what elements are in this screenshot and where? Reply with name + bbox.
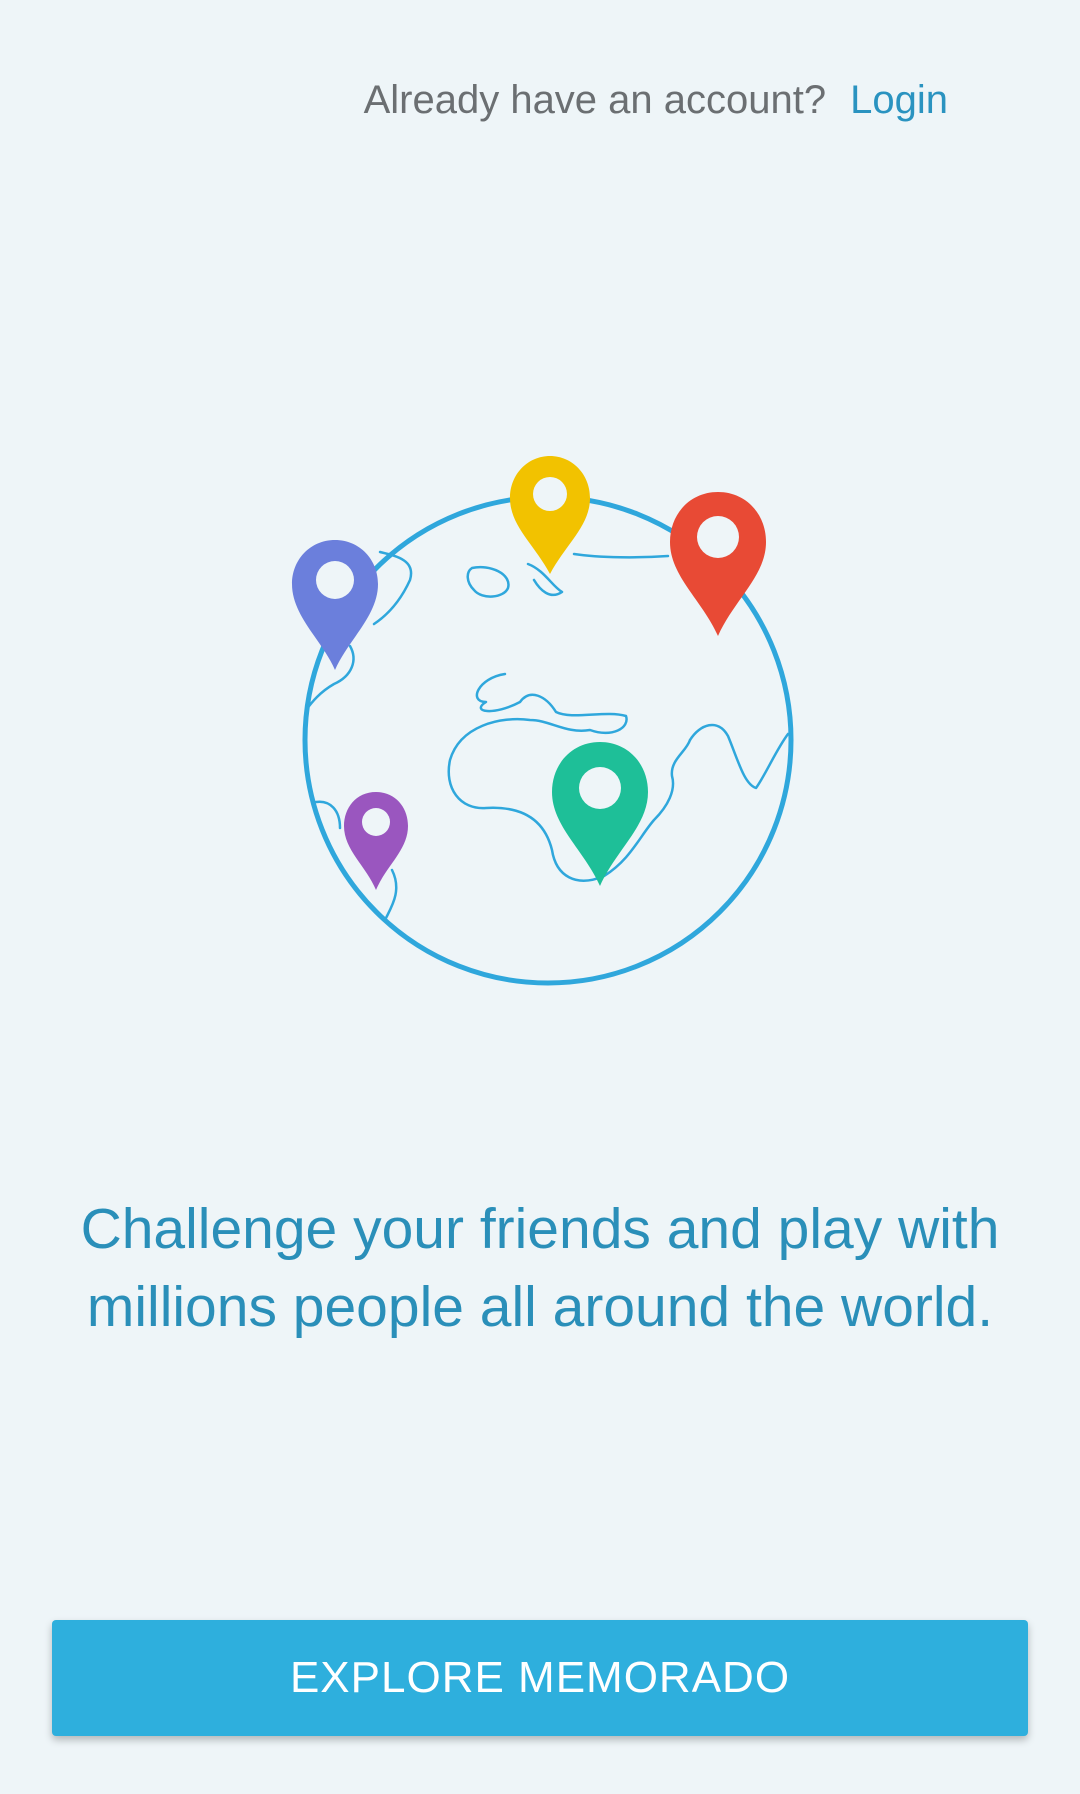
blue-map-pin-icon: [292, 540, 378, 670]
explore-memorado-button[interactable]: EXPLORE MEMORADO: [52, 1620, 1028, 1736]
green-map-pin-icon: [552, 742, 648, 886]
yellow-map-pin-icon: [510, 456, 590, 574]
tagline: Challenge your friends and play with mil…: [80, 1197, 1000, 1339]
login-link[interactable]: Login: [850, 78, 948, 122]
red-map-pin-icon: [670, 492, 766, 636]
globe-illustration: [292, 456, 794, 986]
account-prompt-text: Already have an account?: [363, 78, 827, 122]
top-bar: Already have an account? Login: [364, 78, 948, 122]
purple-map-pin-icon: [344, 792, 408, 890]
